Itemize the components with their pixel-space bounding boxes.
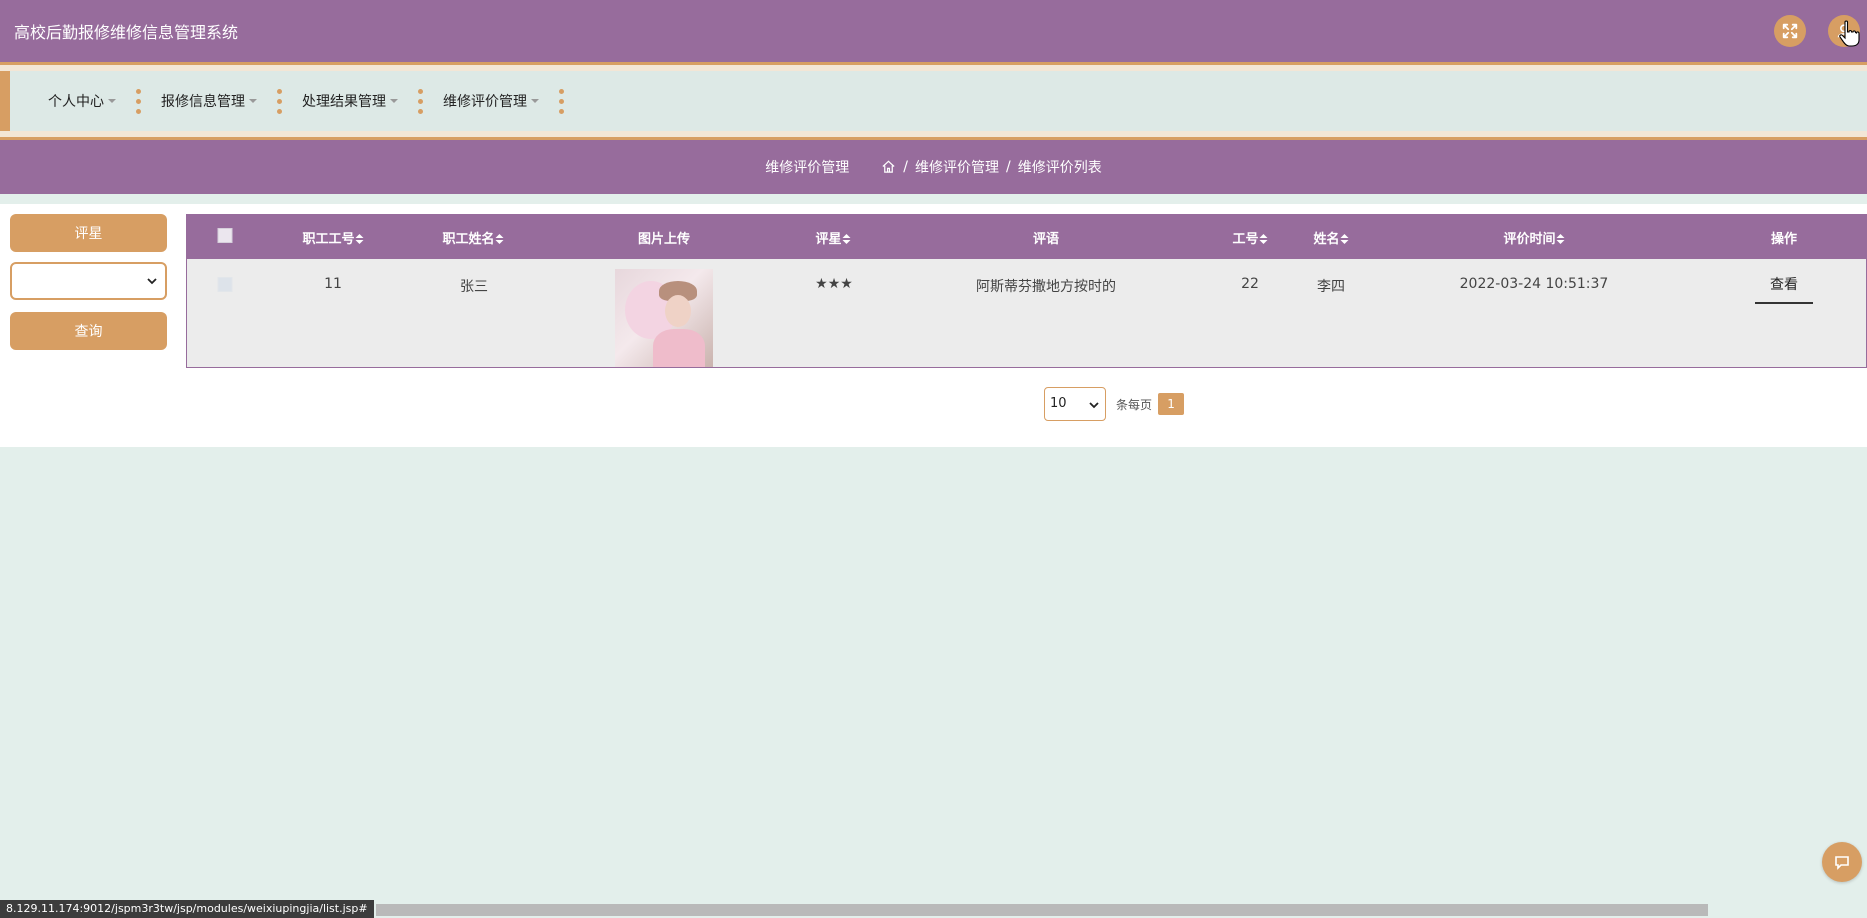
col-photo: 图片上传 — [637, 232, 691, 247]
col-time[interactable]: 评价时间 — [1503, 228, 1565, 247]
col-rating[interactable]: 评星 — [815, 228, 851, 247]
caret-down-icon — [531, 99, 539, 103]
nav-item-personal-center[interactable]: 个人中心 — [40, 91, 124, 111]
nav-divider — [559, 88, 564, 114]
cell-staff-name: 张三 — [460, 279, 488, 295]
rating-filter-label: 评星 — [10, 214, 167, 252]
caret-down-icon — [390, 99, 398, 103]
nav-item-result[interactable]: 处理结果管理 — [294, 91, 406, 111]
chevron-down-icon — [147, 278, 157, 285]
nav-divider — [277, 88, 282, 114]
evaluation-table: 职工工号 职工姓名 图片上传 评星 评语 工号 姓名 评价时间 操作 11 张三… — [186, 214, 1867, 368]
sort-icon — [1556, 234, 1565, 244]
col-label: 工号 — [1232, 232, 1259, 247]
fullscreen-icon — [1782, 23, 1798, 39]
nav-divider — [136, 88, 141, 114]
rating-filter-select[interactable] — [10, 262, 167, 300]
row-checkbox[interactable] — [217, 277, 233, 292]
table-header: 职工工号 职工姓名 图片上传 评星 评语 工号 姓名 评价时间 操作 — [187, 215, 1866, 259]
hand-cursor-icon — [1839, 20, 1860, 47]
cell-rating-stars: ★★★ — [815, 276, 853, 292]
page-number-button[interactable]: 1 — [1158, 393, 1185, 415]
main-content: 评星 查询 职工工号 职工姓名 图片上传 评星 评语 工号 姓名 评价时间 操作… — [0, 204, 1867, 447]
col-label: 评星 — [815, 232, 842, 247]
sort-icon — [1259, 234, 1268, 244]
page-section-title: 维修评价管理 — [765, 160, 850, 176]
cell-time: 2022-03-24 10:51:37 — [1459, 276, 1609, 292]
query-button[interactable]: 查询 — [10, 312, 167, 350]
caret-down-icon — [108, 99, 116, 103]
chevron-down-icon — [1089, 402, 1099, 409]
app-title: 高校后勤报修维修信息管理系统 — [14, 23, 239, 42]
col-comment: 评语 — [1032, 232, 1060, 247]
nav-item-label: 个人中心 — [48, 94, 104, 110]
select-all-checkbox[interactable] — [217, 228, 233, 243]
caret-down-icon — [249, 99, 257, 103]
breadcrumb-item[interactable]: 维修评价管理 — [915, 157, 999, 177]
uploaded-photo[interactable] — [615, 269, 713, 367]
cell-staff-no: 11 — [324, 276, 342, 292]
nav-menu: 个人中心 报修信息管理 处理结果管理 维修评价管理 — [0, 71, 1867, 131]
col-label: 职工工号 — [302, 232, 355, 247]
view-button[interactable]: 查看 — [1755, 274, 1813, 304]
col-label: 评价时间 — [1503, 232, 1556, 247]
nav-item-label: 维修评价管理 — [443, 94, 527, 110]
sort-icon — [842, 234, 851, 244]
status-bar-url: 8.129.11.174:9012/jspm3r3tw/jsp/modules/… — [0, 900, 374, 918]
nav-divider — [418, 88, 423, 114]
sort-icon — [355, 234, 364, 244]
nav-item-repair-info[interactable]: 报修信息管理 — [153, 91, 265, 111]
page-size-select[interactable]: 10 — [1044, 387, 1106, 421]
col-staff-no[interactable]: 职工工号 — [302, 228, 364, 247]
floating-action-button[interactable] — [1822, 842, 1862, 882]
nav-item-label: 报修信息管理 — [161, 94, 245, 110]
col-label: 职工姓名 — [442, 232, 495, 247]
pagination: 10 条每页 1 — [1044, 387, 1185, 421]
nav-item-evaluation[interactable]: 维修评价管理 — [435, 91, 547, 111]
col-label: 姓名 — [1313, 232, 1340, 247]
col-name[interactable]: 姓名 — [1313, 228, 1349, 247]
breadcrumb-separator: / — [903, 159, 908, 175]
col-staff-name[interactable]: 职工姓名 — [442, 228, 504, 247]
per-page-label: 条每页 — [1116, 397, 1153, 412]
nav-bar: 个人中心 报修信息管理 处理结果管理 维修评价管理 — [0, 62, 1867, 140]
horizontal-scrollbar[interactable] — [376, 904, 1708, 916]
col-worker-no[interactable]: 工号 — [1232, 228, 1268, 247]
cell-comment: 阿斯蒂芬撒地方按时的 — [976, 279, 1116, 295]
chat-icon — [1835, 856, 1849, 870]
col-action: 操作 — [1770, 232, 1798, 247]
page-size-value: 10 — [1050, 396, 1067, 411]
breadcrumb-bar: 维修评价管理 / 维修评价管理 / 维修评价列表 — [0, 140, 1867, 194]
cell-worker-no: 22 — [1241, 276, 1259, 292]
home-icon[interactable] — [881, 159, 896, 176]
cell-name: 李四 — [1317, 279, 1345, 295]
fullscreen-button[interactable] — [1774, 15, 1806, 47]
breadcrumb-current: 维修评价列表 — [1017, 160, 1102, 176]
breadcrumb-separator: / — [1006, 159, 1011, 175]
sort-icon — [1340, 234, 1349, 244]
sort-icon — [495, 234, 504, 244]
top-header: 高校后勤报修维修信息管理系统 — [0, 0, 1867, 62]
nav-item-label: 处理结果管理 — [302, 94, 386, 110]
